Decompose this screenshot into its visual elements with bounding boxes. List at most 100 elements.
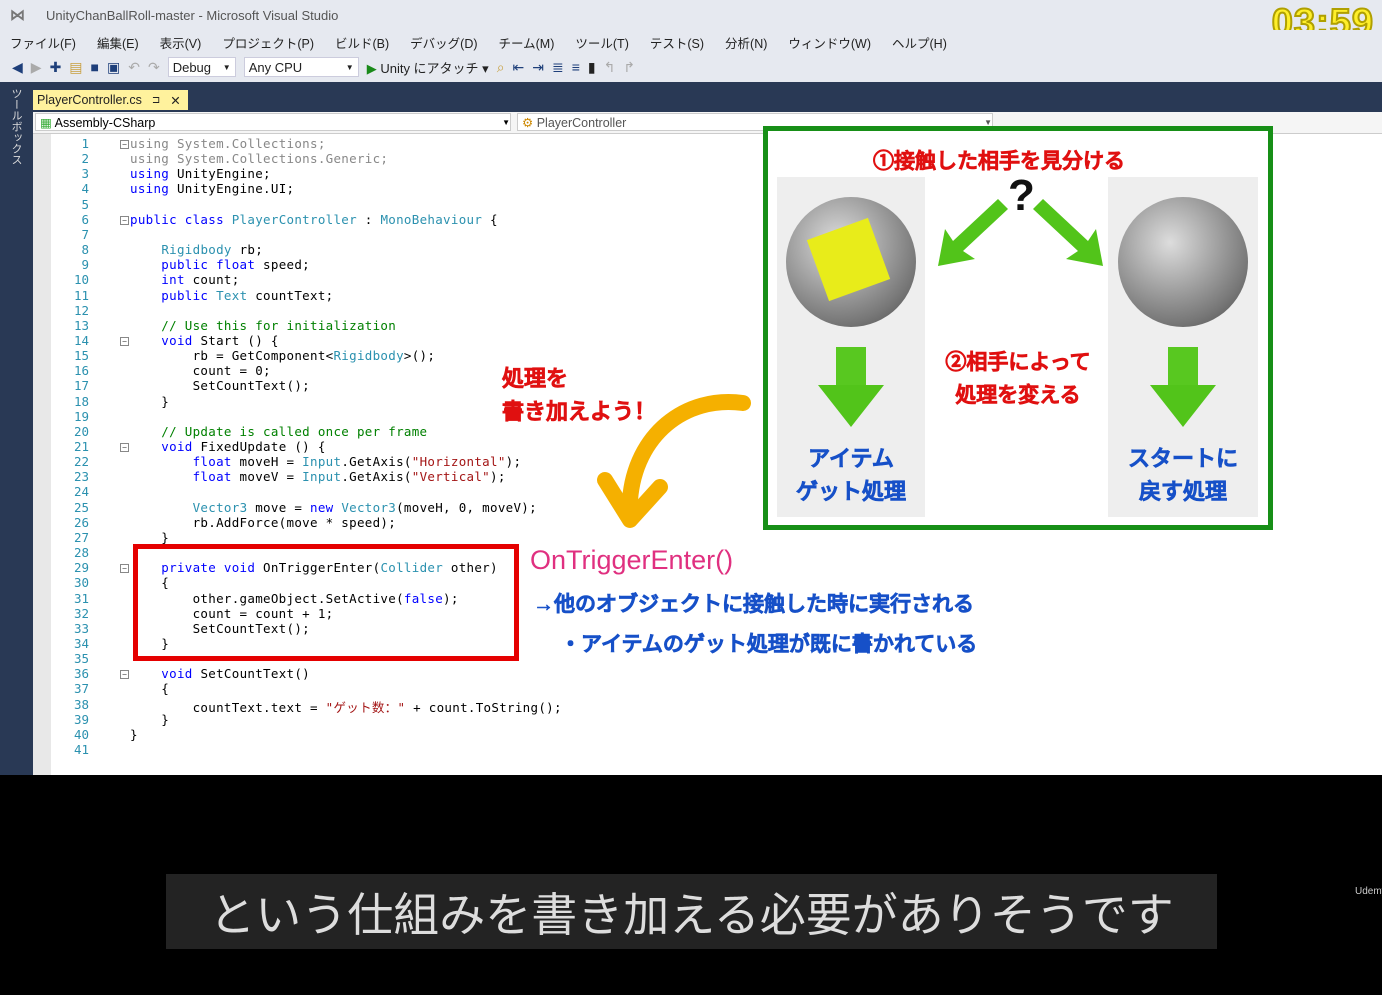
step2-line1: ②相手によって	[945, 351, 1091, 375]
code-line: Rigidbody rb;	[130, 242, 263, 257]
save-icon[interactable]: ■	[91, 59, 99, 75]
line-number: 36	[73, 666, 89, 682]
code-line: public float speed;	[130, 257, 310, 272]
arrow-down-icon	[1150, 347, 1216, 427]
line-number: 32	[73, 605, 89, 621]
collapse-icon[interactable]: −	[120, 670, 129, 680]
project-dropdown[interactable]: ▦ Assembly-CSharp ▼	[35, 113, 511, 131]
menu-item[interactable]: 分析(N)	[715, 30, 778, 52]
comment-icon[interactable]: ≣	[552, 59, 564, 76]
code-token: }	[130, 711, 170, 727]
code-token: int	[130, 272, 185, 288]
code-token: Rigidbody	[333, 348, 404, 364]
code-line: }	[130, 530, 169, 545]
platform-select[interactable]: Any CPU ▼	[243, 57, 359, 77]
line-number: 38	[73, 696, 89, 712]
udemy-watermark: Udemy	[1355, 886, 1382, 897]
menu-item[interactable]: ウィンドウ(W)	[778, 30, 882, 52]
close-icon[interactable]: ✕	[170, 93, 180, 108]
attach-unity-button[interactable]: ▶ Unity にアタッチ ▾	[367, 58, 489, 77]
forward-icon[interactable]: ▶	[31, 59, 42, 76]
code-line: // Use this for initialization	[130, 318, 396, 333]
code-token: );	[505, 454, 522, 470]
code-line: // Update is called once per frame	[130, 424, 427, 439]
new-project-icon[interactable]: ✚	[50, 59, 62, 76]
menu-item[interactable]: テスト(S)	[640, 30, 715, 52]
indent-icon[interactable]: ⇤	[513, 59, 525, 76]
toolbox-tab[interactable]: ツールボックス	[8, 88, 24, 165]
collapse-icon[interactable]: −	[120, 443, 129, 452]
line-number: 27	[73, 529, 89, 545]
line-number: 19	[73, 408, 89, 424]
method-note: ・アイテムのゲット処理が既に書かれている	[560, 633, 978, 657]
code-line: }	[130, 394, 169, 409]
code-line: }	[130, 727, 138, 742]
line-number: 6	[81, 211, 89, 227]
code-token: MonoBehaviour	[380, 211, 483, 227]
menu-item[interactable]: プロジェクト(P)	[212, 30, 325, 52]
code-token: Rigidbody	[161, 242, 232, 258]
code-line: float moveV = Input.GetAxis("Vertical");	[130, 469, 506, 484]
pin-icon[interactable]: ⊐	[152, 95, 160, 106]
indicator-margin	[33, 134, 51, 775]
bookmark-icon[interactable]: ▮	[588, 59, 596, 76]
line-number: 20	[73, 423, 89, 439]
code-token: Input	[302, 454, 342, 470]
line-number: 4	[81, 181, 89, 197]
outdent-icon[interactable]: ⇥	[532, 59, 544, 76]
reset-label: スタートに 戻す処理	[1108, 442, 1258, 508]
menu-item[interactable]: ヘルプ(H)	[882, 30, 958, 52]
visual-studio-logo-icon: ⋈	[10, 7, 25, 24]
diagram-box: ①接触した相手を見分ける ? アイテム ゲット処理 スタートに 戻す処理 ②相手…	[763, 126, 1273, 530]
start-panel: スタートに 戻す処理	[1108, 177, 1258, 517]
menu-item[interactable]: デバッグ(D)	[400, 30, 488, 52]
chevron-down-icon: ▼	[222, 62, 231, 72]
code-token: System.Collections.Generic;	[176, 151, 389, 167]
uncomment-icon[interactable]: ≡	[572, 59, 580, 75]
line-number: 2	[81, 151, 89, 167]
line-number: 31	[73, 590, 89, 606]
open-file-icon[interactable]: ▤	[69, 59, 82, 76]
find-icon[interactable]: ⌕	[497, 59, 505, 76]
code-token: moveH =	[231, 454, 303, 470]
collapse-icon[interactable]: −	[120, 140, 129, 149]
tab-label: PlayerController.cs	[37, 93, 142, 107]
prev-bookmark-icon[interactable]: ↰	[604, 59, 616, 76]
menu-item[interactable]: ツール(T)	[565, 30, 639, 52]
save-all-icon[interactable]: ▣	[107, 59, 120, 76]
menu-item[interactable]: ファイル(F)	[0, 30, 87, 52]
collapse-icon[interactable]: −	[120, 215, 129, 225]
menu-item[interactable]: ビルド(B)	[325, 30, 400, 52]
line-number: 21	[73, 439, 89, 454]
code-token: Input	[302, 469, 342, 485]
reset-label-line2: 戻す処理	[1138, 479, 1228, 505]
play-icon: ▶	[366, 60, 377, 76]
code-line: Vector3 move = new Vector3(moveH, 0, mov…	[130, 500, 537, 515]
tab-playercontroller[interactable]: PlayerController.cs ⊐ ✕	[33, 90, 188, 110]
code-line: using System.Collections.Generic;	[130, 151, 388, 166]
code-token: float	[130, 469, 232, 485]
code-line: using UnityEngine.UI;	[130, 181, 294, 196]
menu-item[interactable]: 編集(E)	[87, 30, 150, 52]
code-token: }	[130, 393, 170, 409]
code-token: Vector3	[192, 499, 248, 515]
redo-icon[interactable]: ↷	[148, 59, 160, 76]
next-bookmark-icon[interactable]: ↱	[623, 59, 635, 76]
collapse-icon[interactable]: −	[120, 336, 129, 346]
code-token: move =	[247, 499, 310, 515]
line-number: 7	[81, 226, 89, 242]
undo-icon[interactable]: ↶	[128, 59, 140, 76]
menu-item[interactable]: チーム(M)	[489, 30, 566, 52]
menu-item[interactable]: 表示(V)	[150, 30, 213, 52]
code-token: Vector3	[341, 499, 397, 515]
code-token: count;	[184, 272, 240, 288]
code-token: void	[130, 666, 201, 682]
line-number: 17	[73, 378, 89, 394]
collapse-icon[interactable]: −	[120, 564, 129, 574]
configuration-select[interactable]: Debug ▼	[167, 57, 236, 77]
code-token: );	[490, 469, 506, 485]
code-token: (moveH, 0, moveV);	[396, 499, 537, 515]
code-line: int count;	[130, 272, 240, 287]
back-icon[interactable]: ◀	[12, 59, 23, 76]
